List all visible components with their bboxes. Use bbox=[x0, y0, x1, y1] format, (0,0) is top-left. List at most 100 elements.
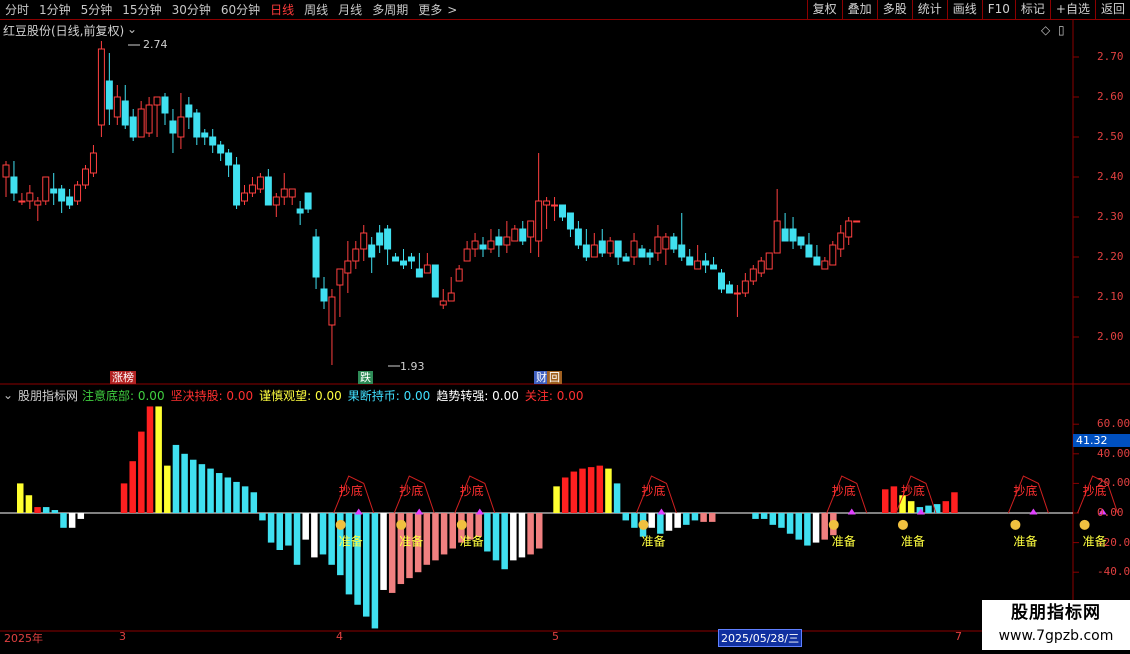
candle-body bbox=[535, 200, 543, 242]
indicator-bar bbox=[68, 513, 76, 528]
candle-body bbox=[686, 256, 694, 266]
candle-body bbox=[797, 236, 805, 246]
candle-body bbox=[153, 96, 161, 106]
candle-body bbox=[248, 184, 256, 194]
candlesticks bbox=[2, 41, 861, 365]
toolbar-button-5[interactable]: F10 bbox=[981, 0, 1015, 19]
watermark-url: www.7gpzb.com bbox=[998, 628, 1114, 644]
toolbar-button-8[interactable]: 返回 bbox=[1094, 0, 1130, 19]
candle-body bbox=[789, 228, 797, 242]
candle-body bbox=[813, 256, 821, 266]
period-tab-9[interactable]: 多周期 bbox=[367, 1, 413, 19]
indicator-bar bbox=[570, 471, 578, 513]
toolbar-button-0[interactable]: 复权 bbox=[806, 0, 842, 19]
indicator-bar bbox=[752, 513, 759, 519]
candle-body bbox=[853, 220, 861, 223]
toolbar-button-2[interactable]: 多股 bbox=[876, 0, 912, 19]
candle-body bbox=[256, 176, 264, 190]
toolbar-button-6[interactable]: 标记 bbox=[1014, 0, 1050, 19]
candle-body bbox=[26, 192, 34, 202]
window-icon[interactable]: ▯ bbox=[1058, 23, 1065, 37]
indicator-series-label: 谨慎观望: 0.00 bbox=[259, 389, 342, 403]
marker-fall[interactable]: 跌 bbox=[358, 371, 373, 384]
indicator-bar bbox=[259, 513, 266, 521]
candle-body bbox=[201, 132, 209, 138]
marker-back[interactable]: 回 bbox=[547, 371, 562, 384]
candle-body bbox=[233, 164, 241, 206]
period-tab-7[interactable]: 周线 bbox=[299, 1, 333, 19]
candle-body bbox=[670, 236, 678, 250]
period-tab-6[interactable]: 日线 bbox=[265, 1, 299, 19]
indicator-bar bbox=[172, 444, 180, 513]
signal-bottom-label: 准备 bbox=[460, 535, 484, 549]
chart-canvas[interactable]: 抄底准备抄底准备抄底准备抄底准备抄底准备抄底准备抄底准备抄底准备 bbox=[0, 20, 1130, 650]
signal-bottom-label: 准备 bbox=[901, 535, 925, 549]
candle-body bbox=[137, 108, 145, 138]
indicator-bar bbox=[224, 477, 232, 513]
indicator-name: 股朋指标网 bbox=[18, 389, 79, 403]
indicator-bar bbox=[34, 507, 41, 513]
indicator-bar bbox=[164, 465, 171, 513]
period-tab-4[interactable]: 30分钟 bbox=[167, 1, 216, 19]
indicator-bar bbox=[423, 513, 431, 565]
diamond-icon[interactable]: ◇ bbox=[1041, 23, 1050, 37]
indicator-series-label: 注意底部: 0.00 bbox=[82, 389, 165, 403]
toolbar-button-1[interactable]: 叠加 bbox=[841, 0, 877, 19]
period-tab-8[interactable]: 月线 bbox=[333, 1, 367, 19]
signal-arrow-icon bbox=[1029, 508, 1038, 515]
candle-body bbox=[471, 240, 479, 250]
chevron-right-icon[interactable]: > bbox=[447, 1, 462, 19]
candle-body bbox=[741, 280, 749, 294]
candle-body bbox=[193, 112, 201, 138]
candle-body bbox=[2, 164, 10, 178]
candle-body bbox=[18, 200, 26, 203]
period-tab-10[interactable]: 更多 bbox=[413, 1, 447, 19]
period-tab-0[interactable]: 分时 bbox=[0, 1, 34, 19]
signal-bottom-label: 准备 bbox=[641, 535, 665, 549]
settings-icon[interactable]: ⌄ bbox=[3, 388, 13, 402]
candle-body bbox=[312, 236, 320, 278]
candle-body bbox=[543, 200, 551, 206]
marker-rank-up[interactable]: 涨榜 bbox=[110, 371, 136, 384]
indicator-bar bbox=[190, 459, 197, 513]
candle-body bbox=[678, 244, 686, 258]
toolbar-button-7[interactable]: +自选 bbox=[1049, 0, 1095, 19]
period-tab-3[interactable]: 15分钟 bbox=[117, 1, 166, 19]
indicator-bar bbox=[501, 513, 508, 570]
candle-body bbox=[368, 244, 376, 258]
candle-body bbox=[177, 116, 185, 138]
candle-body bbox=[749, 268, 757, 282]
toolbar-button-3[interactable]: 统计 bbox=[911, 0, 947, 19]
candle-body bbox=[296, 208, 304, 214]
candle-body bbox=[519, 228, 527, 242]
candle-body bbox=[590, 244, 598, 258]
candle-body bbox=[336, 268, 344, 286]
toolbar-button-4[interactable]: 画线 bbox=[946, 0, 982, 19]
candle-body bbox=[360, 232, 368, 250]
indicator-bar bbox=[760, 513, 768, 519]
candle-body bbox=[725, 284, 733, 294]
candle-body bbox=[733, 292, 741, 295]
indicator-bar bbox=[786, 513, 794, 534]
chart-area[interactable]: 抄底 准备 抄底 准备 抄底 准备 抄底 准备 抄底 准备 抄底 准备 抄底 准备 抄底 准备 红豆股份(日线… bbox=[0, 20, 1130, 650]
candle-body bbox=[447, 292, 455, 302]
period-tab-2[interactable]: 5分钟 bbox=[76, 1, 118, 19]
signal-top-label: 抄底 bbox=[641, 483, 665, 498]
indicator-bar bbox=[648, 513, 655, 528]
indicator-bar bbox=[371, 513, 379, 629]
price-axis-label: 2.20 bbox=[1097, 250, 1124, 263]
period-tab-5[interactable]: 60分钟 bbox=[216, 1, 265, 19]
indicator-bar bbox=[882, 489, 889, 513]
candle-body bbox=[479, 244, 487, 250]
signal-arrow-icon bbox=[475, 508, 484, 515]
indicator-bar bbox=[345, 513, 353, 595]
period-tab-1[interactable]: 1分钟 bbox=[34, 1, 76, 19]
chevron-down-icon[interactable]: ⌄ bbox=[127, 22, 137, 36]
price-axis-label: 2.70 bbox=[1097, 50, 1124, 63]
indicator-bar bbox=[293, 513, 301, 565]
candle-body bbox=[423, 264, 431, 274]
candle-body bbox=[694, 260, 702, 270]
candle-body bbox=[185, 104, 193, 118]
indicator-bar bbox=[518, 513, 526, 558]
candle-body bbox=[781, 228, 789, 242]
